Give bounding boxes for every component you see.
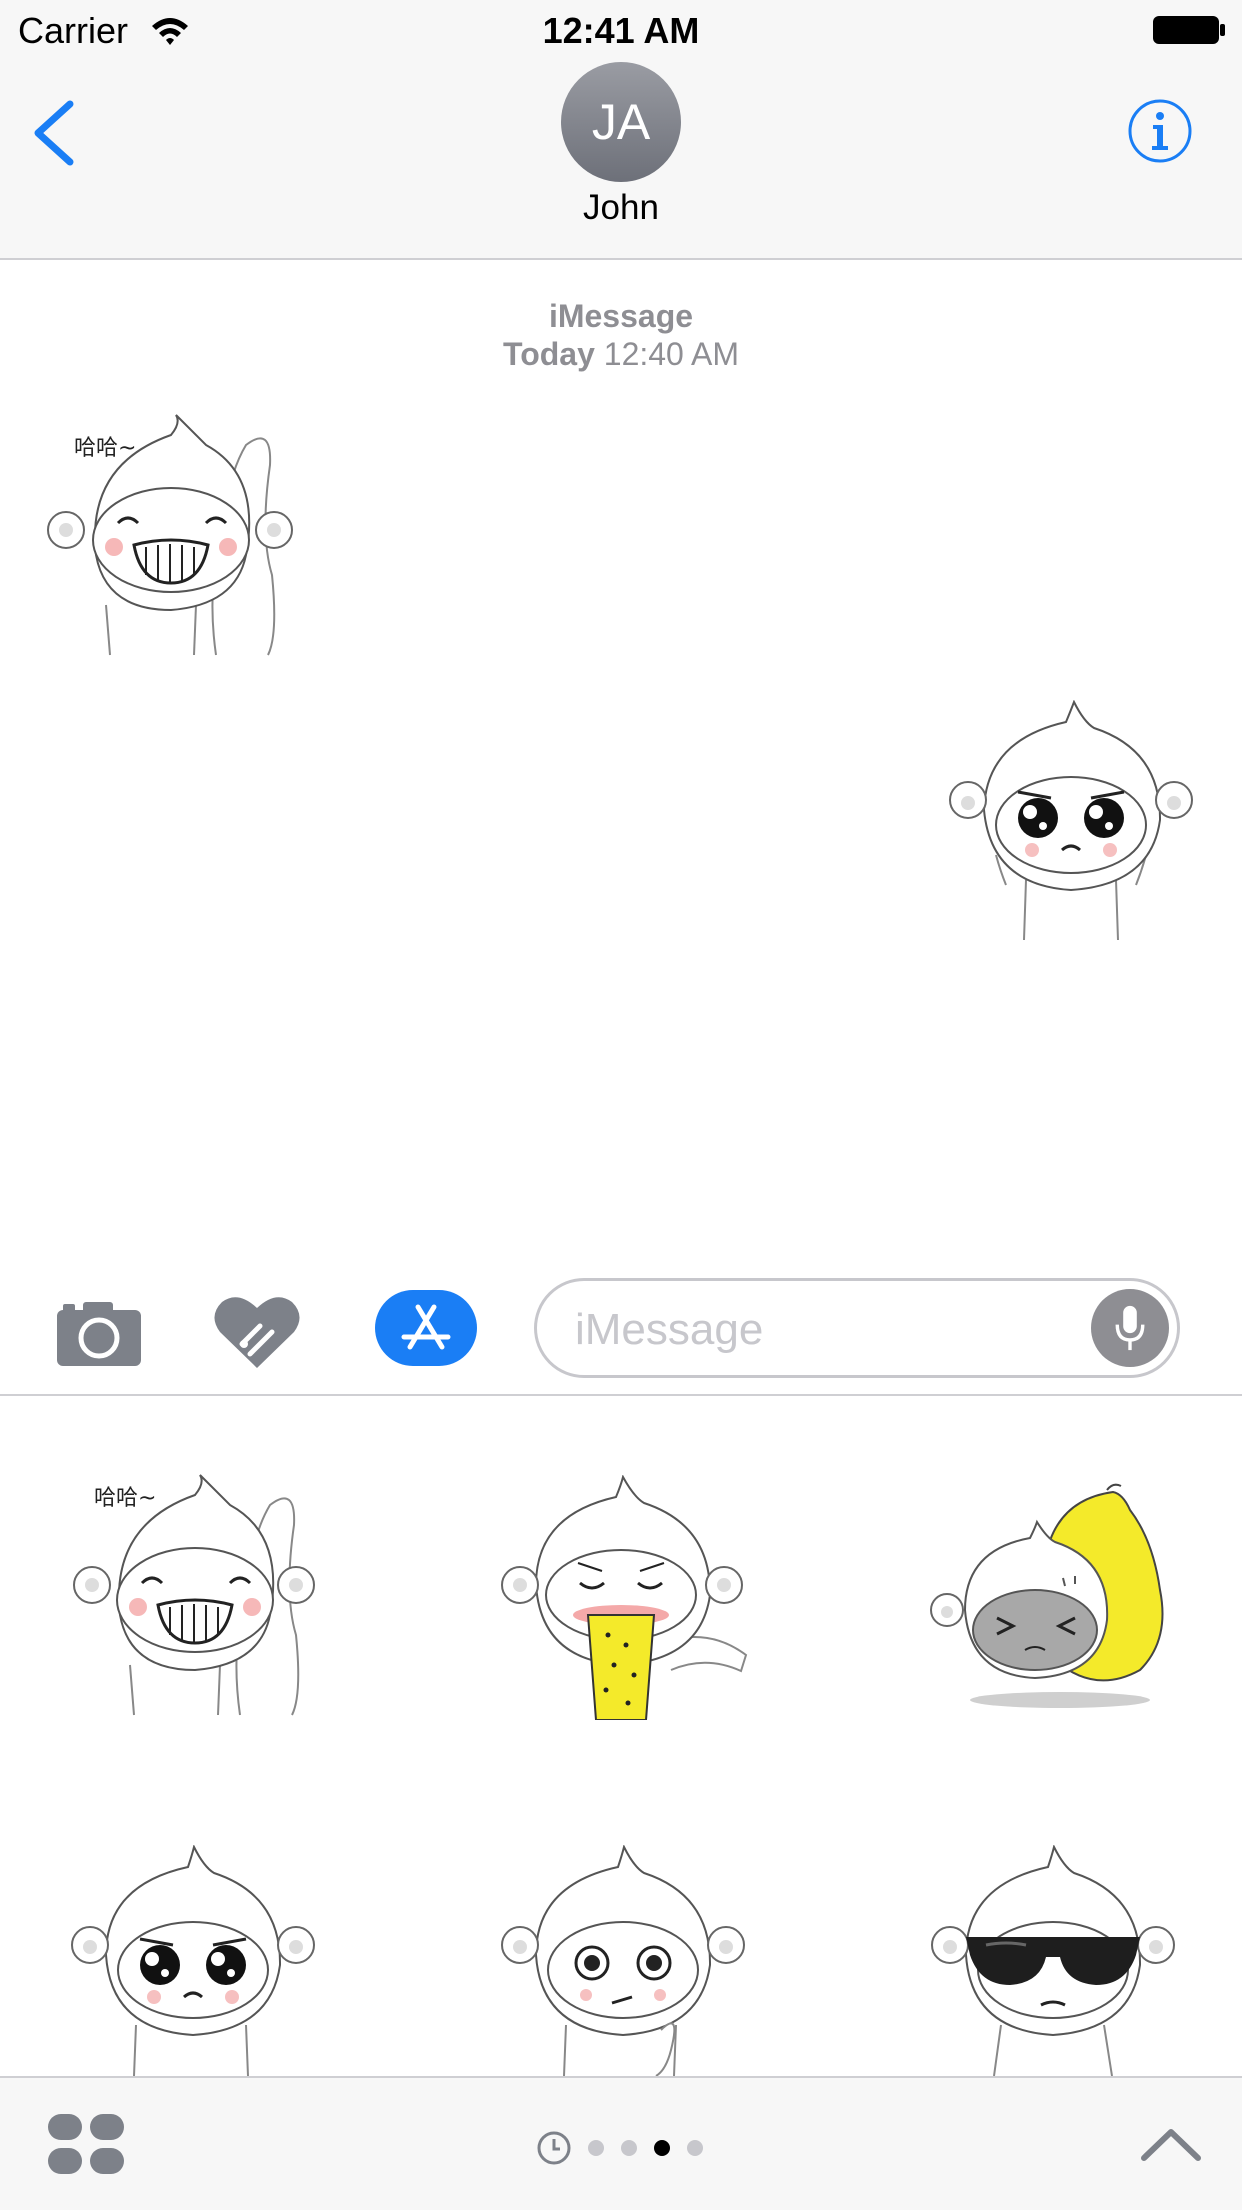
page-dot-current[interactable] xyxy=(654,2140,670,2156)
status-bar: Carrier 12:41 AM xyxy=(0,0,1242,60)
battery-icon xyxy=(1153,16,1225,44)
status-time: 12:41 AM xyxy=(542,10,700,51)
chevron-up-icon[interactable] xyxy=(1140,2126,1202,2162)
sticker-laughing-monkey[interactable]: 哈哈~ xyxy=(70,1465,320,1720)
sticker-sad-monkey[interactable] xyxy=(66,1845,321,2076)
sticker-sunglasses-monkey[interactable] xyxy=(926,1845,1181,2076)
timestamp-time: 12:40 AM xyxy=(603,336,739,372)
page-dot[interactable] xyxy=(588,2140,604,2156)
sticker-vomiting-monkey[interactable] xyxy=(496,1475,751,1720)
page-dot[interactable] xyxy=(621,2140,637,2156)
sent-sticker-sad-monkey[interactable] xyxy=(946,700,1196,945)
microphone-button[interactable] xyxy=(1091,1289,1169,1367)
message-timestamp: Today 12:40 AM xyxy=(0,336,1242,373)
info-icon[interactable] xyxy=(1127,98,1193,164)
message-input-bar: iMessage xyxy=(0,1260,1242,1396)
sticker-monkey-with-pear[interactable] xyxy=(925,1480,1170,1710)
app-grid-icon[interactable] xyxy=(48,2114,124,2176)
sticker-drawer-bar xyxy=(0,2076,1242,2210)
sticker-caption: 哈哈~ xyxy=(94,1486,156,1511)
message-input-placeholder: iMessage xyxy=(575,1305,764,1354)
sticker-thinking-monkey[interactable] xyxy=(496,1845,751,2076)
sticker-caption: 哈哈~ xyxy=(74,436,136,461)
contact-name[interactable]: John xyxy=(0,188,1242,228)
timestamp-day: Today xyxy=(503,336,595,372)
contact-avatar[interactable]: JA xyxy=(561,62,681,182)
received-sticker-laughing-monkey[interactable]: 哈哈~ xyxy=(46,405,296,665)
avatar-initials: JA xyxy=(591,94,651,150)
message-input[interactable]: iMessage xyxy=(534,1278,1180,1378)
camera-icon[interactable] xyxy=(55,1298,143,1368)
service-label: iMessage xyxy=(548,298,694,334)
page-dot[interactable] xyxy=(687,2140,703,2156)
recents-clock-icon[interactable] xyxy=(537,2131,571,2165)
back-chevron-icon[interactable] xyxy=(30,98,80,168)
microphone-icon xyxy=(1115,1305,1145,1351)
digital-touch-icon[interactable] xyxy=(214,1294,300,1370)
conversation-header: JA John xyxy=(0,60,1242,260)
app-store-icon xyxy=(401,1304,451,1350)
page-indicator[interactable] xyxy=(536,2130,706,2166)
app-store-button[interactable] xyxy=(375,1290,477,1366)
